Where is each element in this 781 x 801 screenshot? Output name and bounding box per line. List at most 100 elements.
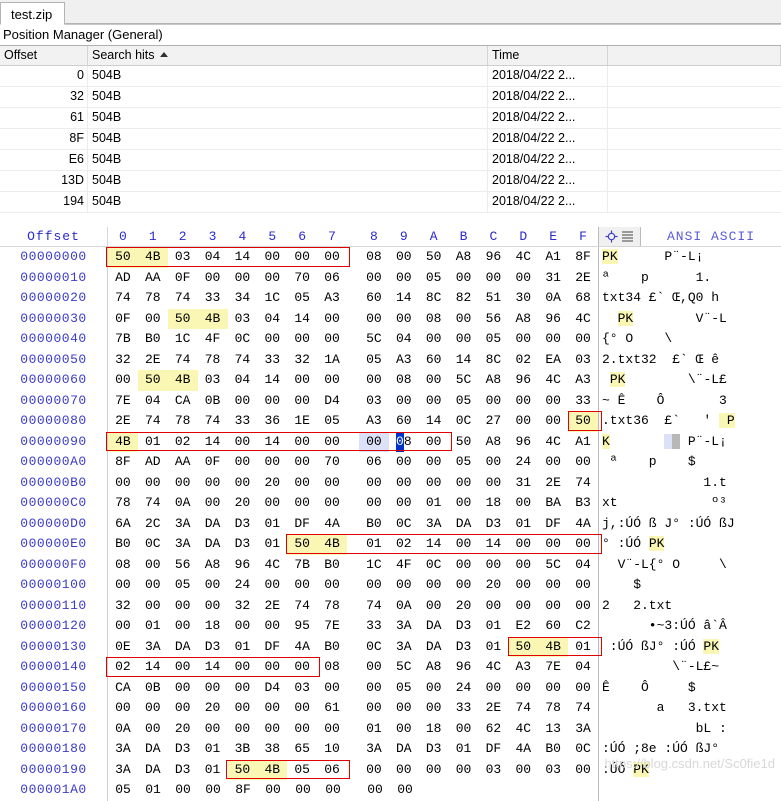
hex-byte[interactable]: 08 [317,657,347,678]
hex-byte[interactable]: 01 [568,637,598,658]
hex-byte[interactable]: 34 [228,288,258,309]
hex-byte[interactable]: 4C [508,719,538,740]
hex-byte[interactable]: 03 [479,760,509,781]
hex-byte[interactable]: 8C [479,350,509,371]
hex-byte[interactable]: 00 [168,616,198,637]
hex-byte[interactable]: 4B [197,308,228,329]
hex-byte[interactable]: 00 [228,473,258,494]
hex-byte[interactable]: 00 [228,657,258,678]
hex-byte[interactable]: 0B [198,391,228,412]
hex-byte[interactable]: 4F [198,329,228,350]
hex-byte[interactable]: 01 [257,514,287,535]
hex-byte[interactable]: 4B [167,370,198,391]
hex-byte[interactable]: AD [108,268,138,289]
hex-byte[interactable]: 00 [287,432,317,453]
hex-byte[interactable]: 00 [138,596,168,617]
hex-byte[interactable]: DF [538,514,568,535]
hex-row-ascii[interactable]: K P¨-L¡ [598,431,781,452]
hex-byte[interactable]: 8F [108,452,138,473]
hex-byte[interactable]: 01 [508,514,538,535]
hex-byte[interactable]: 5C [389,657,419,678]
hex-byte[interactable]: 01 [198,760,228,781]
hex-byte[interactable]: 00 [287,698,317,719]
table-row[interactable]: 8F 504B 2018/04/22 2... [0,129,781,150]
hex-byte[interactable]: 4C [479,657,509,678]
hex-byte[interactable]: 00 [138,719,168,740]
hex-byte[interactable]: 74 [168,350,198,371]
crosshair-icon[interactable] [605,230,618,243]
hex-byte[interactable]: 7E [108,391,138,412]
hex-byte[interactable]: 3A [419,514,449,535]
hex-byte[interactable]: 33 [359,616,389,637]
hex-byte[interactable]: 0F [198,452,228,473]
hex-byte[interactable]: 00 [317,247,347,268]
hex-byte[interactable]: 00 [287,452,317,473]
hex-byte[interactable]: 05 [419,268,449,289]
hex-row[interactable]: 000001A0 05 01 00 00 8F 00 00 00 00 00 [0,780,781,801]
hex-byte[interactable]: 00 [198,473,228,494]
hex-byte[interactable]: 50 [287,534,318,555]
hex-byte[interactable]: 08 [419,309,449,330]
hex-byte[interactable]: 2E [108,411,138,432]
hex-byte[interactable]: 00 [287,370,317,391]
hex-row[interactable]: 00000120 00 01 00 18 00 00 95 7E 33 3A DA D3 01 E2 60 C2… [0,616,781,637]
hex-byte[interactable]: 01 [138,432,168,453]
hex-row-ascii[interactable]: xt º³ [598,493,781,514]
hex-byte[interactable]: 00 [359,309,389,330]
hex-row-ascii[interactable]: {° O \ [598,329,781,350]
hex-byte[interactable]: 7E [317,616,347,637]
hex-row[interactable]: 000000A0 8F AD AA 0F 00 00 00 70 06 00 00 05 00 24 00 00… [0,452,781,473]
hex-byte[interactable]: 3A [389,616,419,637]
hex-byte[interactable]: 00 [479,473,509,494]
hex-byte[interactable]: 70 [287,268,317,289]
hex-byte[interactable]: 01 [257,534,287,555]
hex-byte[interactable]: 00 [359,678,389,699]
hex-byte[interactable]: 01 [228,637,258,658]
hex-byte[interactable]: DA [449,514,479,535]
hex-byte[interactable]: AA [138,268,168,289]
hex-byte[interactable]: 00 [568,575,598,596]
hex-byte[interactable]: 74 [508,698,538,719]
hex-byte[interactable]: 0E [108,637,138,658]
hex-byte[interactable]: 62 [479,719,509,740]
hex-byte[interactable]: 32 [287,350,317,371]
hex-byte[interactable]: 14 [389,288,419,309]
hex-byte[interactable]: 00 [568,596,598,617]
hex-byte[interactable]: D3 [228,514,258,535]
hex-byte[interactable]: 3A [168,534,198,555]
hex-byte[interactable]: 00 [198,780,228,801]
hex-byte[interactable]: 04 [568,555,598,576]
hex-byte[interactable]: 08 [389,370,419,391]
hex-byte[interactable]: 03 [287,678,317,699]
hex-byte[interactable]: DA [389,739,419,760]
table-row[interactable]: 194 504B 2018/04/22 2... [0,192,781,213]
hex-row-ascii[interactable]: 1.t [598,472,781,493]
hex-byte[interactable]: 00 [257,452,287,473]
hex-byte[interactable]: 00 [317,432,347,453]
hex-byte[interactable]: 74 [168,288,198,309]
hex-byte[interactable]: 08 [108,555,138,576]
hex-byte[interactable]: 00 [287,473,317,494]
hex-byte[interactable]: 2E [538,473,568,494]
hex-byte[interactable]: D3 [449,637,479,658]
hex-byte[interactable]: D4 [317,391,347,412]
hex-byte[interactable]: 32 [228,596,258,617]
hex-row-ascii[interactable]: $ [598,575,781,596]
hex-byte[interactable]: B0 [317,555,347,576]
hex-byte[interactable]: A8 [508,309,538,330]
hex-byte[interactable]: 4B [317,534,347,555]
hex-byte[interactable]: 3B [228,739,258,760]
hex-byte[interactable]: 13 [538,719,568,740]
hex-row-ascii[interactable]: ­ª p 1. [598,267,781,288]
hex-byte[interactable]: 02 [508,350,538,371]
hex-byte[interactable]: 02 [389,534,419,555]
hex-byte[interactable]: 24 [449,678,479,699]
hex-byte[interactable]: 18 [419,719,449,740]
table-row[interactable]: 61 504B 2018/04/22 2... [0,108,781,129]
hex-byte[interactable]: 0C [449,411,479,432]
hex-row-ascii[interactable]: PK V¨-L [598,308,781,329]
hex-byte[interactable]: 00 [449,493,479,514]
hex-byte[interactable]: 00 [508,329,538,350]
hex-byte[interactable]: 00 [317,678,347,699]
hex-byte[interactable]: 0A [168,493,198,514]
